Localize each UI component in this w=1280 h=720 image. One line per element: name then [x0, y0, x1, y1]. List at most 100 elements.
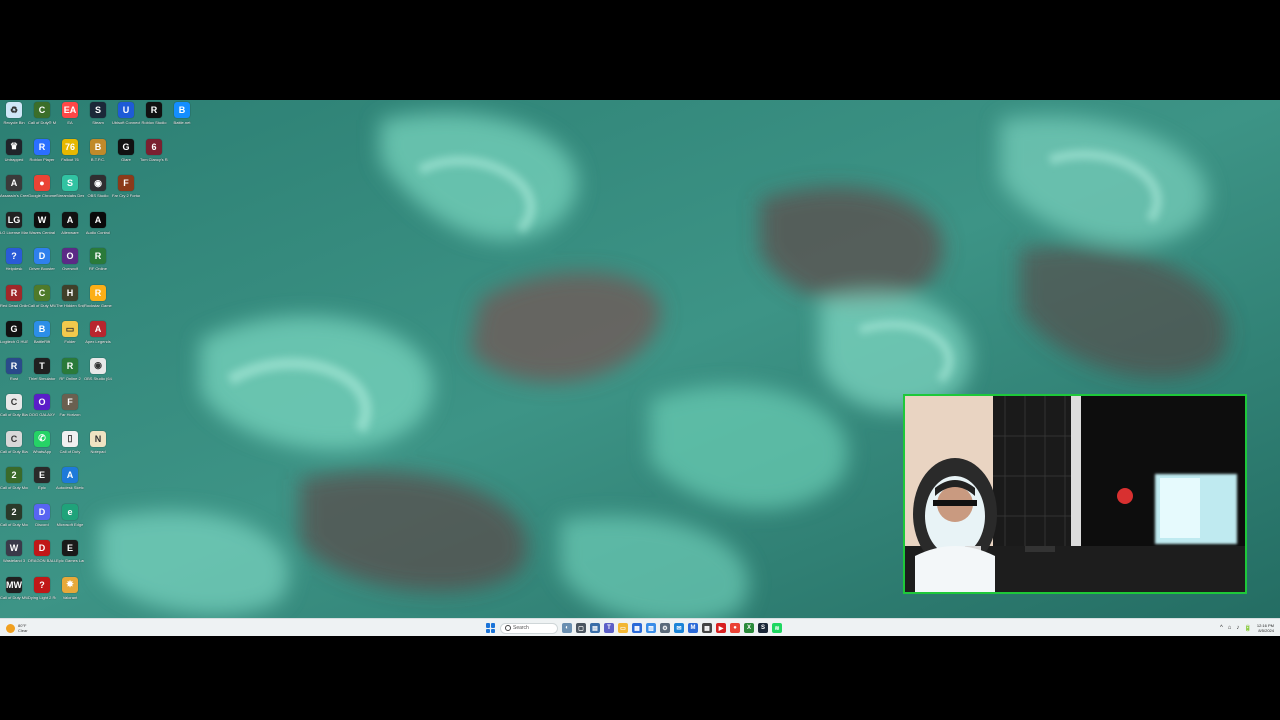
desktop-icon[interactable]: U Ubisoft Connect	[112, 102, 140, 136]
desktop-icon[interactable]: e Microsoft Edge	[56, 503, 84, 538]
taskbar-app-store[interactable]: ▦	[632, 623, 642, 633]
desktop-icon[interactable]: 2Call of Duty Modern...	[0, 467, 28, 501]
battery-icon[interactable]: 🔋	[1244, 625, 1251, 632]
app-icon: ♛	[6, 138, 22, 155]
desktop-icon[interactable]: ✆ WhatsApp	[28, 430, 56, 465]
network-icon[interactable]: ⌂	[1228, 625, 1232, 631]
taskbar-app-file-manager[interactable]: ▤	[590, 623, 600, 633]
desktop-icon-label: Logitech G HUB	[0, 339, 28, 344]
desktop-icon[interactable]: S Steam	[84, 102, 112, 136]
desktop-icon[interactable]: A Audio Control	[84, 211, 112, 246]
desktop-icon[interactable]: B Battle.net	[168, 102, 196, 136]
desktop-icon[interactable]: W Wasteland 3	[0, 540, 28, 574]
taskbar-app-photos[interactable]: ▨	[646, 623, 656, 633]
volume-icon[interactable]: ♪	[1236, 625, 1239, 631]
desktop-icon[interactable]: O OOG GALAXY	[28, 394, 56, 428]
desktop-icon[interactable]: A Assassin's Creed Brot...	[0, 175, 28, 209]
app-icon: G	[6, 321, 22, 337]
desktop-icon-label: Fallout 76	[61, 156, 79, 162]
app-icon: F	[118, 175, 134, 191]
desktop-icon[interactable]: B B.T.P.C.	[84, 138, 112, 173]
desktop-icon[interactable]: R Rust	[0, 357, 28, 392]
taskbar-app-widgets[interactable]: ◐	[562, 623, 572, 633]
desktop-icon[interactable]: 2Call of Duty Modern...	[0, 503, 28, 538]
weather-widget[interactable]: 80°F Clear	[6, 621, 28, 635]
desktop-icon[interactable]: R Roblox Player	[28, 138, 56, 173]
taskbar-search[interactable]: Search	[500, 622, 558, 634]
taskbar-app-youtube[interactable]: ▶	[716, 623, 726, 633]
taskbar-app-teams[interactable]: T	[604, 623, 614, 633]
desktop-icon[interactable]: CCall of Duty MW III	[28, 284, 56, 319]
desktop-icon-label: Epic Games Launcher	[56, 558, 84, 563]
desktop-icon[interactable]: ◉ OBS Studio	[84, 175, 112, 209]
desktop-icon[interactable]: B BattleRift	[28, 321, 56, 355]
desktop-icon[interactable]: A Apex Legends	[84, 321, 112, 355]
desktop-icon[interactable]: HThe Hidden Sniper	[56, 284, 84, 319]
desktop-icon[interactable]: ? Helpdesk	[0, 248, 28, 282]
desktop-icon[interactable]: CCall of Duty Black Ops	[0, 394, 28, 428]
taskbar-app-chrome[interactable]: ●	[730, 623, 740, 633]
desktop-icon-label: Microsoft Edge	[56, 521, 84, 527]
app-icon: A	[90, 321, 106, 337]
desktop-icon[interactable]: A Autodesk Sketchbook	[56, 467, 84, 501]
desktop-icon[interactable]: ▭ Folder	[56, 321, 84, 355]
desktop-icon[interactable]: C Call of Duty® MW	[28, 102, 56, 136]
desktop-icon[interactable]: G Glare	[112, 138, 140, 173]
desktop-icon[interactable]: LGLG License Manager	[0, 211, 28, 246]
app-icon: 2	[6, 467, 22, 483]
taskbar-app-calculator[interactable]: ▦	[702, 623, 712, 633]
desktop-icon[interactable]: F Far Horizon	[56, 394, 84, 428]
desktop-icon[interactable]: R Roblox Studio	[140, 102, 168, 136]
desktop-icon[interactable]: MW Call of Duty MW	[0, 576, 28, 611]
desktop-icon[interactable]: D Discord	[28, 503, 56, 538]
desktop-icon-label: RF Online 2	[59, 375, 81, 381]
desktop-icon[interactable]: E Epic	[28, 467, 56, 501]
start-button[interactable]	[486, 623, 496, 633]
desktop-icon[interactable]: 76 Fallout 76	[56, 138, 84, 173]
taskbar-app-xbox[interactable]: X	[744, 623, 754, 633]
taskbar-app-malwarebytes[interactable]: M	[688, 623, 698, 633]
tray-overflow-icon[interactable]: ^	[1220, 625, 1223, 631]
desktop-icon[interactable]: R RF Online	[84, 248, 112, 282]
desktop-icon[interactable]: G Logitech G HUB	[0, 321, 28, 355]
desktop-icon[interactable]: ● Google Chrome	[28, 175, 56, 209]
desktop-icon[interactable]: W Waves Central	[28, 211, 56, 246]
desktop-icon[interactable]: ♻ Recycle Bin	[0, 102, 28, 136]
taskbar-app-task-view[interactable]: ▢	[576, 623, 586, 633]
desktop-icon[interactable]: O Overwolf	[56, 248, 84, 282]
desktop-icon[interactable]: R Red Dead Online	[0, 284, 28, 319]
desktop-icon-label: Wasteland 3	[2, 558, 26, 563]
desktop-icon[interactable]: ▯ Call of Duty	[56, 430, 84, 465]
desktop-icon[interactable]: D DRAGON BALL X...	[28, 540, 56, 574]
clock[interactable]: 12:16 PM 8/5/2024	[1257, 623, 1274, 633]
desktop-icon[interactable]: R RF Online 2	[56, 357, 84, 392]
sun-icon	[6, 623, 15, 633]
taskbar-app-spotify[interactable]: ≋	[772, 623, 782, 633]
taskbar-app-explorer[interactable]: ▭	[618, 623, 628, 633]
desktop-icon[interactable]: EA EA	[56, 102, 84, 136]
taskbar-app-mail[interactable]: ✉	[674, 623, 684, 633]
desktop-icon[interactable]: E Epic Games Launcher	[56, 540, 84, 574]
desktop-icon[interactable]: ♛ Untrapped	[0, 138, 28, 173]
desktop-icon[interactable]: R Rockstar Games	[84, 284, 112, 319]
desktop-icon[interactable]: ◉OBS Studio (64bit)	[84, 357, 112, 392]
taskbar-app-steam[interactable]: S	[758, 623, 768, 633]
app-icon: MW	[6, 576, 22, 593]
desktop-icon[interactable]: 6Tom Clancy's Rainbow Six	[140, 138, 168, 173]
desktop-icon[interactable]: S Streamlabs Desktop	[56, 175, 84, 209]
taskbar-app-settings[interactable]: ⚙	[660, 623, 670, 633]
desktop-icon[interactable]: A Alienware	[56, 211, 84, 246]
desktop-icon[interactable]: F Far Cry 2 Fortune's	[112, 175, 140, 209]
desktop-icon[interactable]: D Driver Booster	[28, 248, 56, 282]
desktop-icon[interactable]: CCall of Duty Black Ops	[0, 430, 28, 465]
desktop-icon-label: RF Online	[88, 266, 107, 271]
app-icon: B	[90, 138, 106, 155]
app-icon: D	[34, 540, 50, 556]
app-icon: A	[6, 175, 22, 191]
desktop-icon[interactable]: N Notepad	[84, 430, 112, 465]
app-icon: R	[6, 357, 22, 374]
desktop-icon-label: Ubisoft Connect	[112, 120, 140, 125]
desktop-icon[interactable]: ✸ Valorant	[56, 576, 84, 611]
desktop-icon[interactable]: T Thief Simulator	[28, 357, 56, 392]
desktop-icon[interactable]: ?Dying Light 2 Reloaded	[28, 576, 56, 611]
